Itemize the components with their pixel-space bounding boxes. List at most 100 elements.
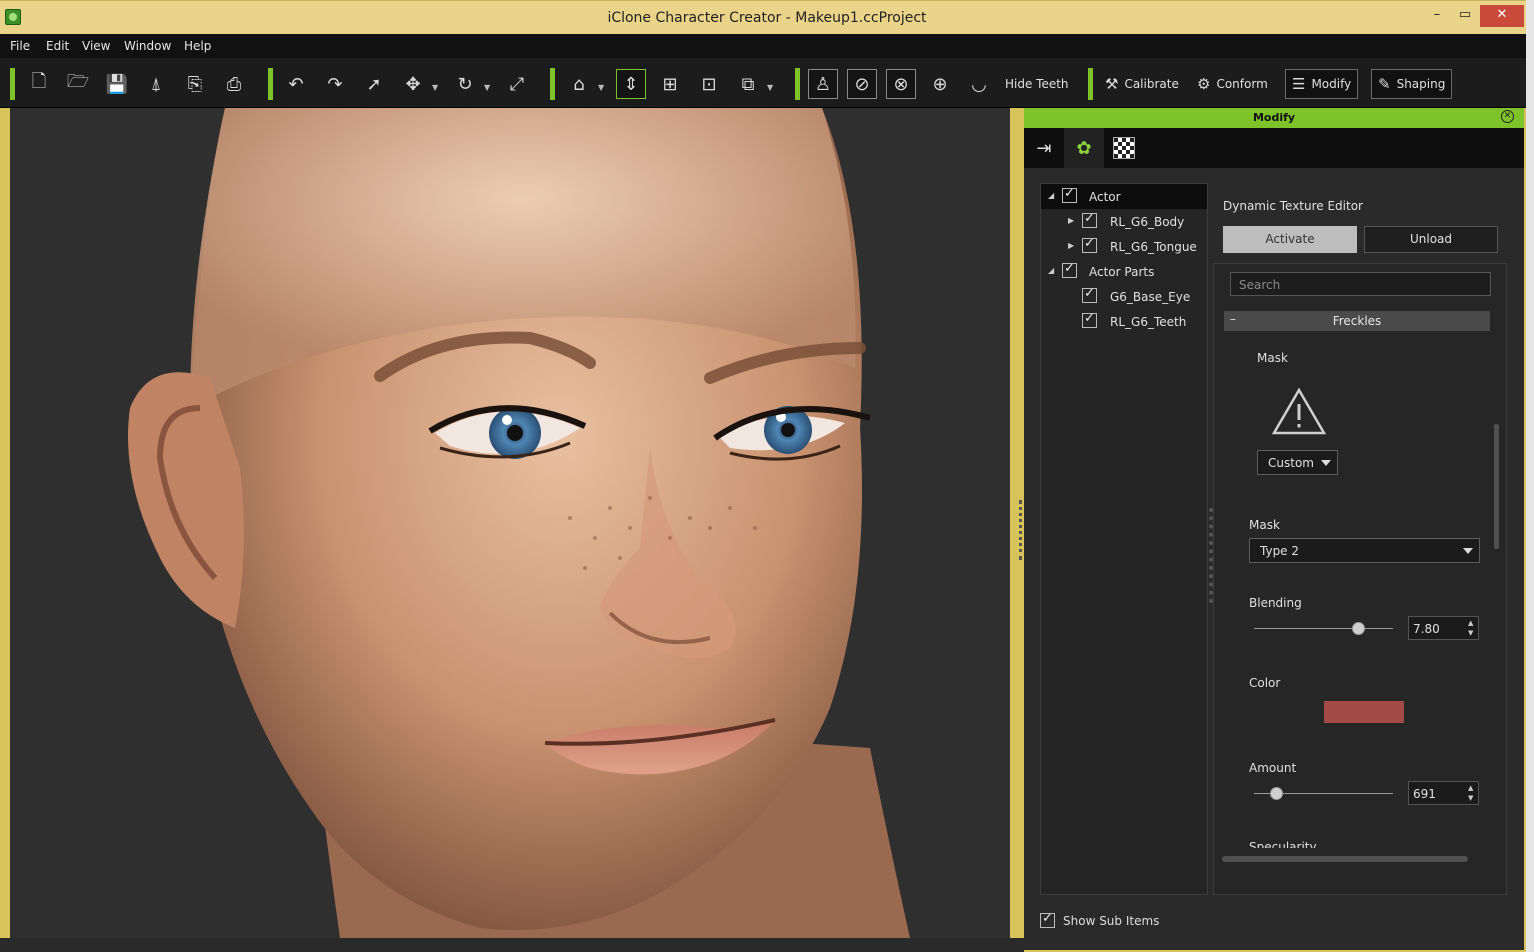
collapse-icon[interactable]: ◢ <box>1048 266 1054 275</box>
menu-window[interactable]: Window <box>124 39 171 53</box>
tree-item-tongue[interactable]: ▶ RL_G6_Tongue <box>1041 234 1207 259</box>
checkbox[interactable] <box>1082 286 1097 303</box>
toolbar-separator <box>1088 68 1093 100</box>
move-dropdown-icon[interactable]: ▼ <box>432 83 438 92</box>
conform-button[interactable]: ⚙ Conform <box>1197 69 1268 99</box>
mask-preset-dropdown[interactable]: Custom <box>1257 450 1338 475</box>
modify-panel: Modify ✕ ⇥ ✿ ◢ Actor ▶ RL_G6_Body ▶ RL_ <box>1024 108 1524 950</box>
tab-material-icon[interactable]: ✿ <box>1064 128 1104 168</box>
calibrate-button[interactable]: ⚒ Calibrate <box>1105 69 1179 99</box>
spin-up-icon[interactable]: ▲ <box>1468 784 1476 792</box>
open-folder-icon[interactable]: 🗁 <box>63 69 93 99</box>
collapse-icon[interactable]: ◢ <box>1048 191 1054 200</box>
hide-cloth-icon[interactable]: ⊘ <box>847 69 877 99</box>
undo-icon[interactable]: ↶ <box>281 69 311 99</box>
calibrate-icon: ⚒ <box>1105 75 1119 93</box>
hide-teeth-label: Hide Teeth <box>1005 77 1069 91</box>
checkbox[interactable] <box>1082 211 1097 228</box>
menu-view[interactable]: View <box>82 39 110 53</box>
tree-item-actor-parts[interactable]: ◢ Actor Parts <box>1041 259 1207 284</box>
menu-bar: File Edit View Window Help <box>0 34 1526 58</box>
spin-up-icon[interactable]: ▲ <box>1468 619 1476 627</box>
hide-teeth-button[interactable]: Hide Teeth <box>1005 69 1069 99</box>
camera-dropdown-icon[interactable]: ▼ <box>598 83 604 92</box>
blending-slider[interactable] <box>1254 628 1393 629</box>
frame-dropdown-icon[interactable]: ▼ <box>767 83 773 92</box>
shaping-button[interactable]: ✎ Shaping <box>1371 69 1453 99</box>
hide-accessory-icon[interactable]: ⊗ <box>886 69 916 99</box>
zoom-selected-icon[interactable]: ⊡ <box>694 69 724 99</box>
save-icon[interactable]: 💾 <box>102 69 132 99</box>
tab-morph-icon[interactable]: ⇥ <box>1024 128 1064 168</box>
tree-item-eye[interactable]: G6_Base_Eye <box>1041 284 1207 309</box>
dropdown-value: Custom <box>1268 456 1314 470</box>
activate-button[interactable]: Activate <box>1223 226 1357 253</box>
spin-down-icon[interactable]: ▼ <box>1468 629 1476 637</box>
spin-down-icon[interactable]: ▼ <box>1468 794 1476 802</box>
search-input[interactable]: Search <box>1230 272 1491 296</box>
dte-title: Dynamic Texture Editor <box>1223 199 1363 213</box>
move-icon[interactable]: ✥ <box>398 69 428 99</box>
search-placeholder: Search <box>1239 278 1281 292</box>
property-panel: Search – Freckles Mask Custom Mask Type … <box>1213 263 1507 895</box>
body-figure-icon[interactable]: ♙ <box>808 69 838 99</box>
rotate-icon[interactable]: ↻ <box>450 69 480 99</box>
tree-item-actor[interactable]: ◢ Actor <box>1041 184 1207 209</box>
checkbox[interactable] <box>1082 311 1097 328</box>
redo-icon[interactable]: ↷ <box>320 69 350 99</box>
viewport-splitter-handle[interactable] <box>1019 500 1022 560</box>
vertical-scrollbar[interactable] <box>1494 424 1499 549</box>
panel-title: Modify <box>1252 111 1296 124</box>
checkbox[interactable] <box>1062 186 1077 203</box>
modify-sliders-icon: ☰ <box>1292 75 1306 93</box>
blending-spinbox[interactable]: 7.80 ▲ ▼ <box>1408 616 1479 640</box>
modify-button[interactable]: ☰ Modify <box>1285 69 1359 99</box>
toolbar-separator <box>550 68 555 100</box>
scale-icon[interactable]: ⤢ <box>502 69 532 99</box>
fit-vertical-icon[interactable]: ⇕ <box>616 69 646 99</box>
maximize-button[interactable]: ▭ <box>1452 5 1478 27</box>
tree-label: Actor <box>1089 190 1121 204</box>
amount-label: Amount <box>1249 761 1297 775</box>
menu-help[interactable]: Help <box>184 39 211 53</box>
zoom-extent-icon[interactable]: ⊞ <box>655 69 685 99</box>
color-swatch[interactable] <box>1324 701 1404 723</box>
amount-slider-handle[interactable] <box>1269 787 1283 800</box>
checkbox[interactable] <box>1082 236 1097 253</box>
calibrate-label: Calibrate <box>1124 77 1179 91</box>
expand-icon[interactable]: ▶ <box>1068 241 1074 250</box>
checkbox[interactable] <box>1062 261 1077 278</box>
freckles-section-header[interactable]: – Freckles <box>1224 311 1490 331</box>
teeth-icon[interactable]: ◡ <box>964 69 994 99</box>
3d-viewport[interactable] <box>10 108 1010 938</box>
checkbox[interactable] <box>1040 911 1055 928</box>
frame-icon[interactable]: ⧉ <box>733 69 763 99</box>
select-arrow-icon[interactable]: ➚ <box>359 69 389 99</box>
rotate-dropdown-icon[interactable]: ▼ <box>484 83 490 92</box>
horizontal-scrollbar[interactable] <box>1222 856 1468 862</box>
panel-close-icon[interactable]: ✕ <box>1501 110 1514 123</box>
tree-item-teeth[interactable]: RL_G6_Teeth <box>1041 309 1207 334</box>
tab-texture-icon[interactable] <box>1104 128 1144 168</box>
tree-label: Actor Parts <box>1089 265 1155 279</box>
unload-button[interactable]: Unload <box>1364 226 1498 253</box>
export-character-icon[interactable]: ⍋ <box>141 69 171 99</box>
menu-file[interactable]: File <box>10 39 30 53</box>
minimize-button[interactable]: – <box>1424 5 1450 27</box>
new-file-icon[interactable]: 🗋 <box>24 69 54 99</box>
close-button[interactable]: ✕ <box>1480 5 1524 27</box>
expand-icon[interactable]: ▶ <box>1068 216 1074 225</box>
tree-item-body[interactable]: ▶ RL_G6_Body <box>1041 209 1207 234</box>
blending-slider-handle[interactable] <box>1351 622 1365 635</box>
wireframe-globe-icon[interactable]: ⊕ <box>925 69 955 99</box>
menu-edit[interactable]: Edit <box>46 39 69 53</box>
export-file-icon[interactable]: ⎙ <box>219 69 249 99</box>
shaping-icon: ✎ <box>1378 75 1391 93</box>
mask-type-dropdown[interactable]: Type 2 <box>1249 538 1480 563</box>
import-icon[interactable]: ⎘ <box>180 69 210 99</box>
conform-label: Conform <box>1216 77 1268 91</box>
amount-spinbox[interactable]: 691 ▲ ▼ <box>1408 781 1479 805</box>
home-camera-icon[interactable]: ⌂ <box>564 69 594 99</box>
window-title: iClone Character Creator - Makeup1.ccPro… <box>607 10 927 26</box>
dropdown-value: Type 2 <box>1260 544 1300 558</box>
